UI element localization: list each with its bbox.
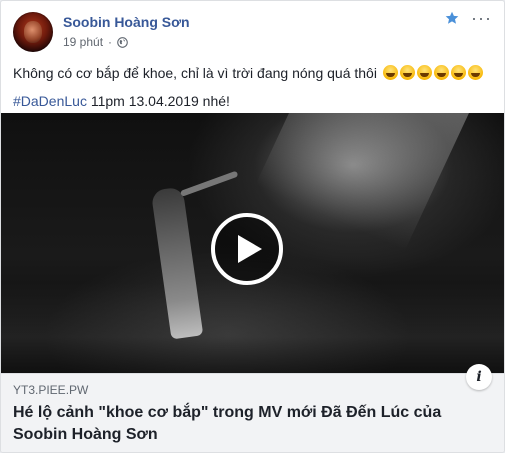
post-text: Không có cơ bắp để khoe, chỉ là vì trời … <box>13 63 492 119</box>
link-title[interactable]: Hé lộ cảnh "khoe cơ bắp" trong MV mới Đã… <box>13 402 473 446</box>
post-text-line1: Không có cơ bắp để khoe, chỉ là vì trời … <box>13 63 492 83</box>
laughing-emoji-icon <box>416 65 432 80</box>
more-options-icon[interactable]: ··· <box>471 9 492 27</box>
star-icon[interactable] <box>445 11 459 25</box>
play-button[interactable] <box>211 213 283 285</box>
post-text-body: Không có cơ bắp để khoe, chỉ là vì trời … <box>13 65 377 81</box>
play-icon <box>238 235 262 263</box>
laughing-emoji-icon <box>399 65 415 80</box>
globe-icon[interactable] <box>117 36 128 48</box>
rofl-emoji-icon <box>433 65 449 80</box>
header-actions: ··· <box>445 9 492 27</box>
post-timestamp[interactable]: 19 phút <box>63 35 103 49</box>
video-floor <box>1 283 504 373</box>
rofl-emoji-icon <box>450 65 466 80</box>
post-text-schedule: 11pm 13.04.2019 nhé! <box>90 93 230 109</box>
author-name[interactable]: Soobin Hoàng Sơn <box>63 14 190 30</box>
link-preview[interactable]: i YT3.PIEE.PW Hé lộ cảnh "khoe cơ bắp" t… <box>1 364 504 452</box>
rofl-emoji-icon <box>467 65 483 80</box>
author-avatar[interactable] <box>13 12 53 52</box>
video-thumbnail[interactable] <box>1 113 504 373</box>
post-card: Soobin Hoàng Sơn 19 phút · ··· Không có … <box>0 0 505 453</box>
meta-separator: · <box>108 35 113 49</box>
info-icon[interactable]: i <box>466 364 492 390</box>
post-header: Soobin Hoàng Sơn 19 phút · ··· <box>13 9 492 55</box>
post-text-line2: #DaDenLuc 11pm 13.04.2019 nhé! <box>13 91 492 111</box>
laughing-emoji-icon <box>382 65 398 80</box>
post-meta: 19 phút · <box>63 35 128 49</box>
hashtag-link[interactable]: #DaDenLuc <box>13 93 87 109</box>
link-domain: YT3.PIEE.PW <box>13 383 89 397</box>
